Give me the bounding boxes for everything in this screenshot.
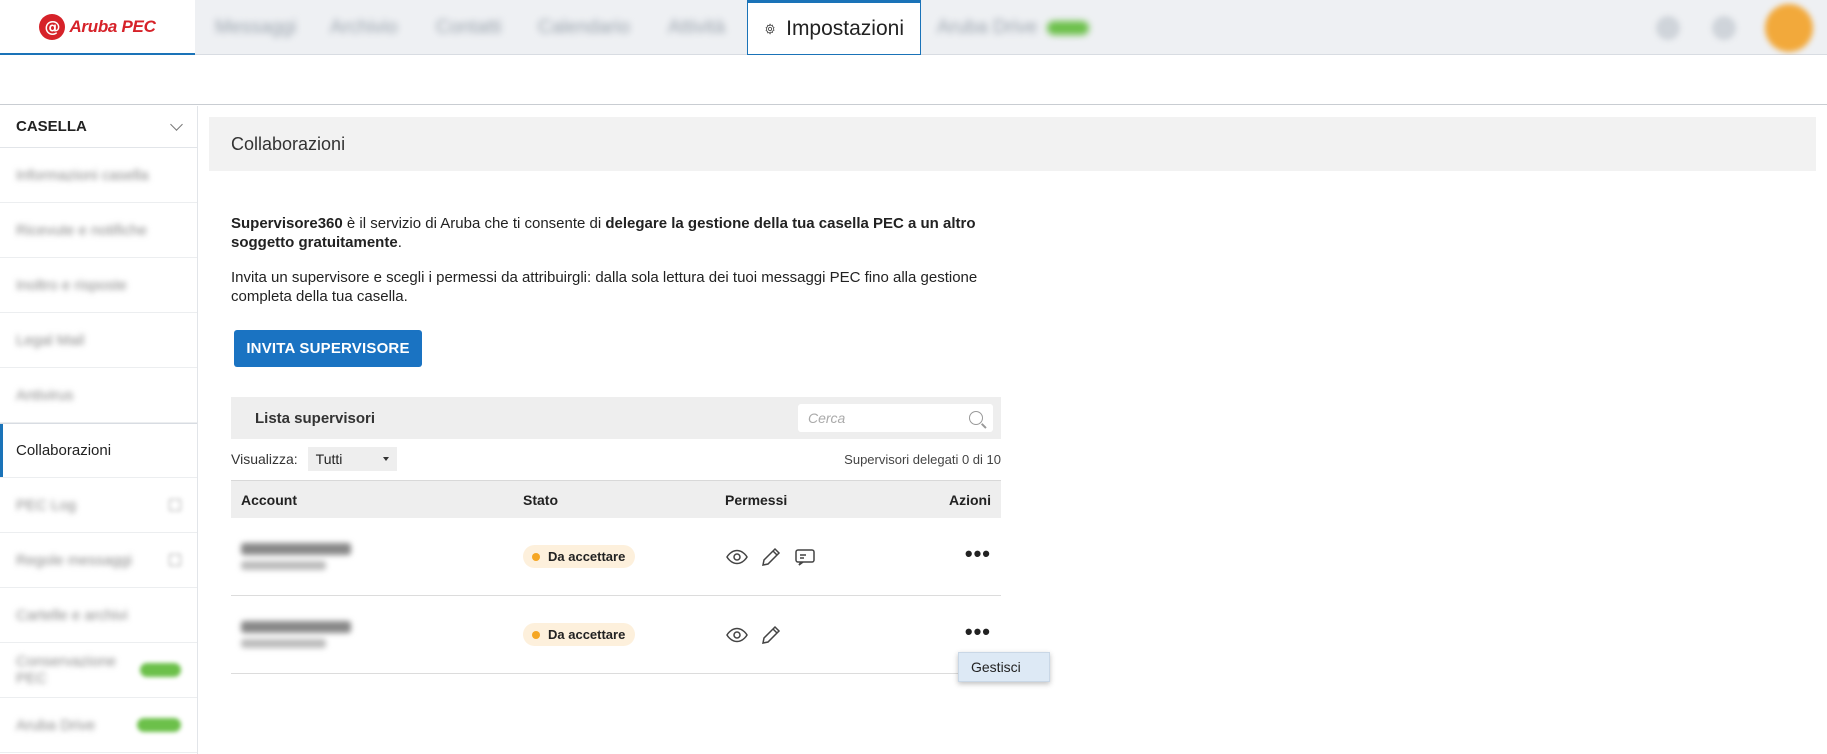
pencil-icon — [762, 625, 781, 644]
pencil-icon — [762, 547, 781, 566]
tab-calendario[interactable]: Calendario — [538, 0, 630, 55]
new-badge — [140, 663, 181, 677]
sidebar-item-pec-log[interactable]: PEC Log — [0, 478, 197, 533]
eye-icon — [726, 627, 748, 642]
supervisor-table: Account Stato Permessi Azioni Da accetta… — [231, 480, 1001, 674]
tab-aruba-drive[interactable]: Aruba Drive — [937, 0, 1090, 55]
sidebar-section-title: CASELLA — [16, 118, 87, 135]
column-actions: Azioni — [949, 491, 991, 508]
sidebar-item-aruba-drive[interactable]: Aruba Drive — [0, 698, 197, 753]
chevron-down-icon — [170, 117, 183, 131]
aruba-pec-logo[interactable]: @ Aruba PEC — [0, 0, 195, 55]
settings-sidebar: CASELLA Informazioni casella Ricevute e … — [0, 106, 198, 754]
tab-impostazioni[interactable]: Impostazioni — [747, 0, 921, 55]
tab-contatti[interactable]: Contatti — [436, 0, 501, 55]
intro-paragraph-1: Supervisore360 è il servizio di Aruba ch… — [231, 215, 976, 251]
search-input[interactable] — [808, 410, 958, 426]
context-menu-gestisci[interactable]: Gestisci — [958, 652, 1050, 682]
sidebar-item-conservazione[interactable]: Conservazione PEC — [0, 643, 197, 698]
apps-icon[interactable] — [1712, 16, 1736, 40]
row-actions-button[interactable]: ••• — [965, 541, 991, 566]
table-header: Account Stato Permessi Azioni — [231, 480, 1001, 518]
status-badge: Da accettare — [523, 623, 636, 646]
table-row: Da accettare ••• — [231, 596, 1001, 674]
sidebar-item-cartelle[interactable]: Cartelle e archivi — [0, 588, 197, 643]
account-address — [241, 639, 326, 648]
sidebar-item-legal-mail[interactable]: Legal Mail — [0, 313, 197, 368]
tab-messaggi[interactable]: Messaggi — [215, 0, 296, 55]
sidebar-item-antivirus[interactable]: Antivirus — [0, 368, 197, 423]
user-avatar[interactable] — [1765, 4, 1813, 52]
list-title: Lista supervisori — [255, 409, 376, 427]
new-badge — [1047, 20, 1090, 35]
status-dot — [532, 630, 540, 639]
search-box[interactable] — [798, 404, 993, 432]
sidebar-item-ricevute[interactable]: Ricevute e notifiche — [0, 203, 197, 258]
intro-paragraph-2: Invita un supervisore e scegli i permess… — [231, 269, 978, 305]
column-permissions: Permessi — [725, 491, 788, 508]
new-badge — [137, 718, 181, 732]
account-name — [241, 543, 351, 555]
sidebar-section-casella[interactable]: CASELLA — [0, 106, 197, 148]
tab-archivio[interactable]: Archivio — [330, 0, 398, 55]
caret-down-icon — [382, 457, 389, 461]
eye-icon — [726, 549, 748, 564]
supervisor-list-header: Lista supervisori — [231, 397, 1001, 439]
supervisor-count: Supervisori delegati 0 di 10 — [844, 451, 1001, 467]
sidebar-item-label: Collaborazioni — [16, 442, 112, 459]
menu-item-gestisci[interactable]: Gestisci — [971, 659, 1021, 675]
column-account: Account — [241, 491, 297, 508]
tab-attivita[interactable]: Attività — [668, 0, 725, 55]
tab-impostazioni-label: Impostazioni — [786, 16, 904, 40]
sidebar-item-inoltro[interactable]: Inoltro e risposte — [0, 258, 197, 313]
status-badge: Da accettare — [523, 545, 636, 568]
account-address — [241, 561, 326, 570]
external-link-icon — [169, 499, 181, 511]
invite-supervisor-button[interactable]: INVITA SUPERVISORE — [234, 330, 422, 367]
account-name — [241, 621, 351, 633]
sidebar-item-regole[interactable]: Regole messaggi — [0, 533, 197, 588]
account-redacted — [241, 621, 523, 648]
toolbar-area — [0, 55, 1827, 105]
row-actions-button[interactable]: ••• — [965, 619, 991, 644]
page-title: Collaborazioni — [209, 117, 1816, 171]
search-icon[interactable] — [969, 411, 983, 425]
filter-label: Visualizza: — [231, 451, 298, 467]
intro-text: Supervisore360 è il servizio di Aruba ch… — [231, 214, 1001, 322]
filter-row: Visualizza: Tutti Supervisori delegati 0… — [231, 447, 1001, 471]
sidebar-item-collaborazioni[interactable]: Collaborazioni — [0, 423, 197, 478]
filter-select[interactable]: Tutti — [307, 447, 397, 471]
top-navigation-bar: @ Aruba PEC Messaggi Archivio Contatti C… — [0, 0, 1827, 55]
external-link-icon — [169, 554, 181, 566]
logo-text: Aruba PEC — [69, 16, 156, 36]
filter-value: Tutti — [315, 451, 343, 467]
column-status: Stato — [523, 491, 558, 508]
sidebar-item-informazioni[interactable]: Informazioni casella — [0, 148, 197, 203]
message-icon — [795, 548, 815, 566]
gear-icon — [765, 22, 775, 35]
status-dot — [532, 552, 540, 561]
account-redacted — [241, 543, 523, 570]
table-row: Da accettare ••• — [231, 518, 1001, 596]
logo-at-icon: @ — [39, 13, 66, 40]
help-icon[interactable] — [1656, 16, 1680, 40]
